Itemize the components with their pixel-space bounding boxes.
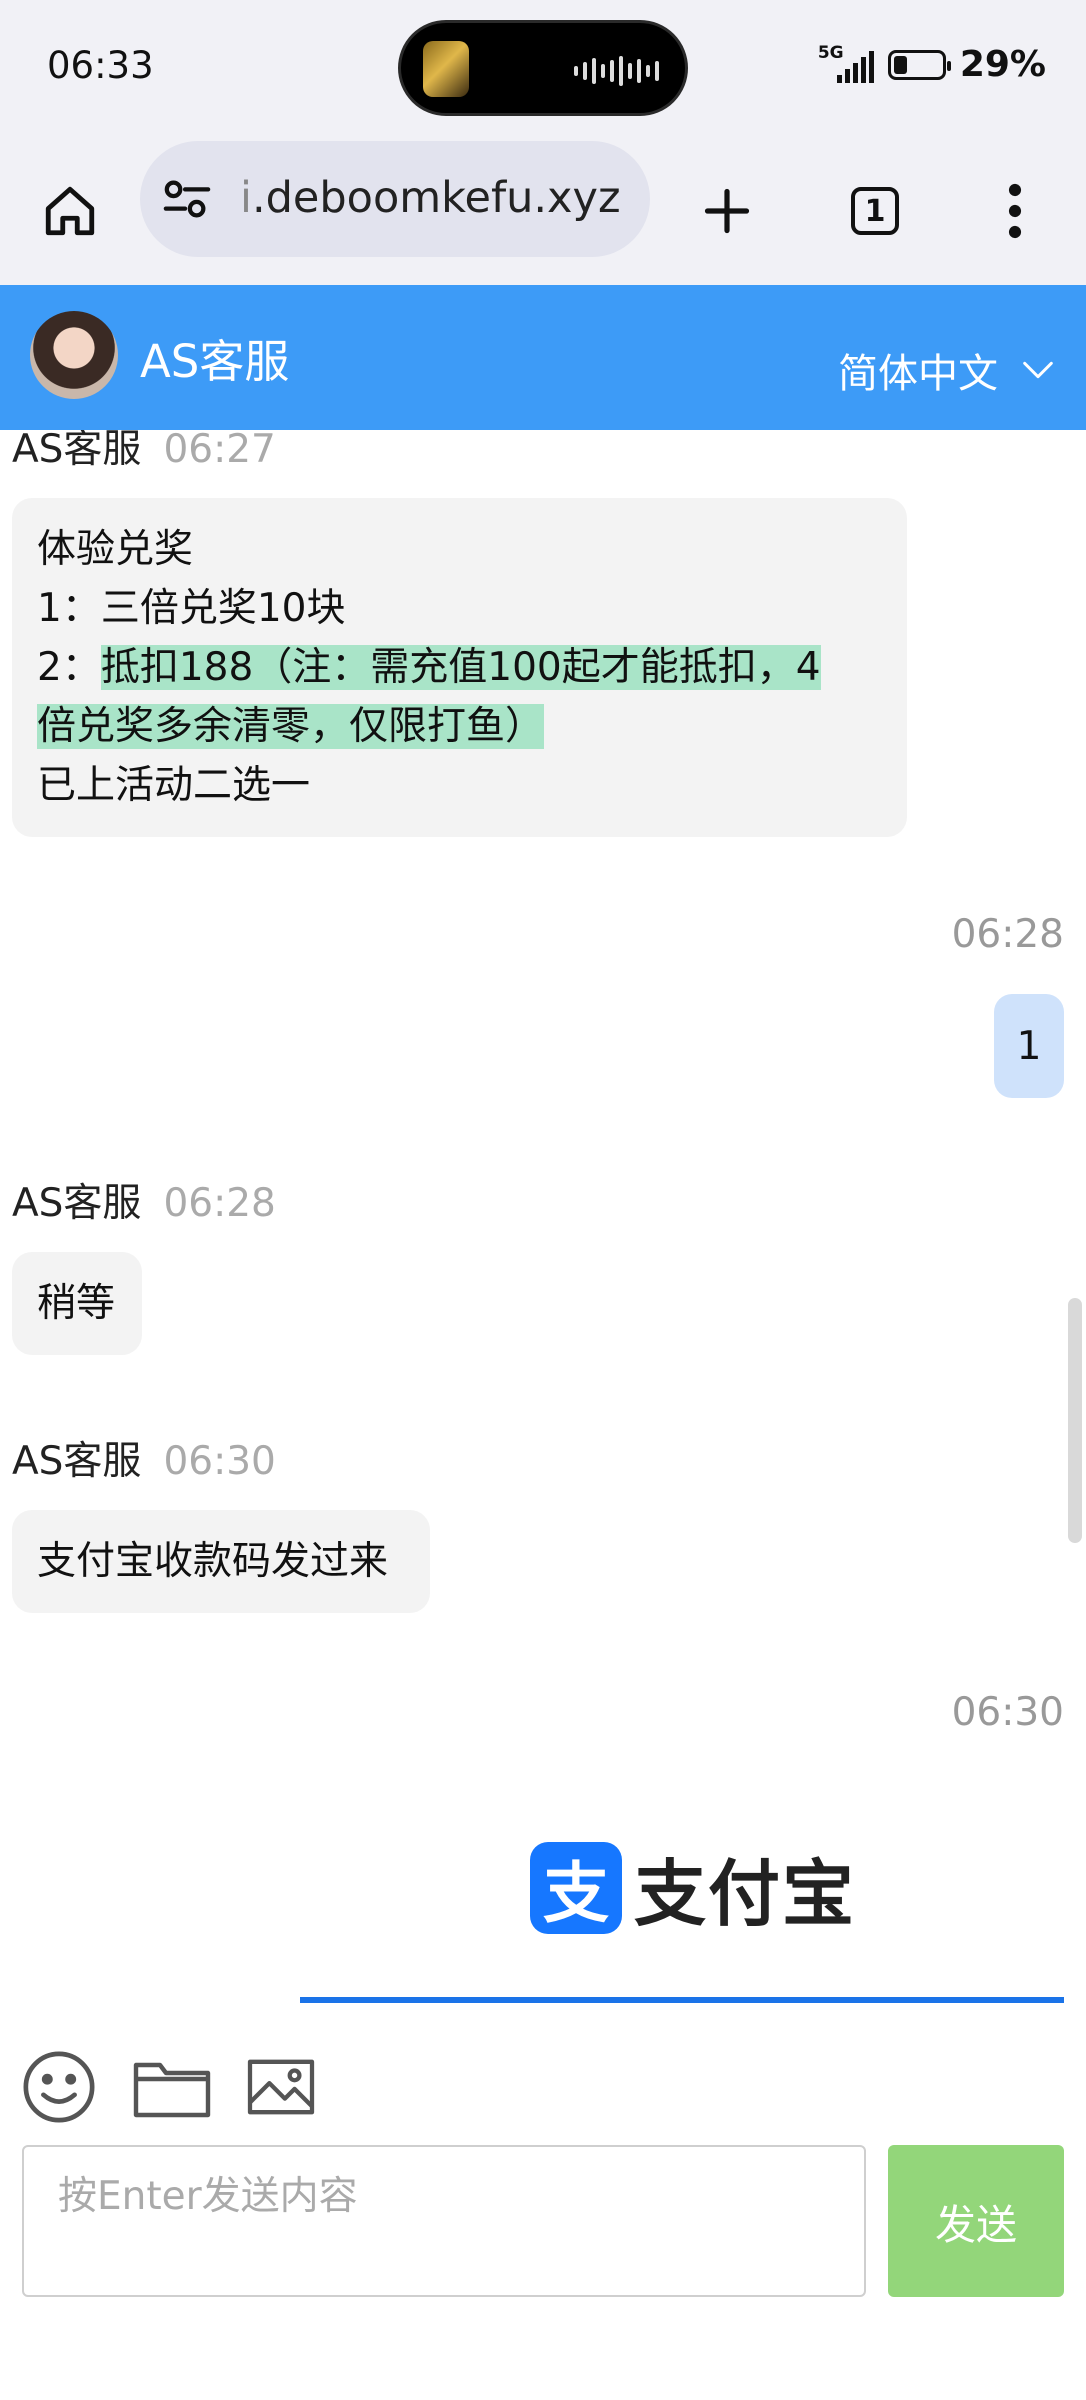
outgoing-bubble[interactable]: 1 (994, 994, 1064, 1098)
battery-level (893, 55, 907, 74)
scrollbar[interactable] (1068, 1298, 1082, 1543)
message-bubble[interactable]: 稍等 (12, 1252, 142, 1355)
alipay-name: 支付宝 (634, 1852, 857, 1936)
sender-name: AS客服 (12, 1181, 142, 1226)
emoji-icon[interactable] (20, 2048, 98, 2126)
chat-header: AS客服 简体中文 (0, 285, 1086, 430)
sender-name: AS客服 (12, 1439, 142, 1484)
dynamic-island[interactable] (398, 20, 688, 116)
highlighted-text: 抵扣188（注：需充值100起才能抵扣，4 (100, 645, 821, 690)
message-bubble[interactable]: 支付宝收款码发过来 (12, 1510, 430, 1613)
message-sender: AS客服 06:27 (12, 430, 276, 474)
more-menu-button[interactable] (978, 174, 1052, 248)
new-tab-button[interactable] (690, 174, 764, 248)
battery-icon (887, 49, 951, 80)
line-prefix: 2： (37, 645, 101, 690)
message-text: 稍等 (37, 1281, 116, 1326)
message-line: 体验兑奖 (37, 527, 194, 572)
message-input[interactable]: 按Enter发送内容 (22, 2145, 866, 2297)
status-time: 06:33 (47, 44, 154, 87)
message-line: 2：抵扣188（注：需充值100起才能抵扣，4 (37, 638, 882, 697)
image-icon[interactable] (246, 2056, 316, 2118)
site-settings-icon[interactable] (162, 177, 212, 221)
image-divider (300, 1997, 1064, 2003)
chat-title: AS客服 (140, 335, 290, 388)
sender-name: AS客服 (12, 430, 142, 472)
message-line: 倍兑奖多余清零，仅限打鱼） (37, 697, 882, 756)
tab-switcher-icon: 1 (851, 187, 899, 235)
url-prefix: i (240, 173, 252, 223)
url-text[interactable]: i.deboomkefu.xyz (240, 173, 621, 223)
address-bar[interactable]: i.deboomkefu.xyz (140, 141, 650, 257)
message-text: 支付宝收款码发过来 (37, 1539, 389, 1584)
media-thumbnail (423, 41, 469, 97)
status-bar: 06:33 5G 29% (0, 0, 1086, 140)
folder-icon[interactable] (132, 2055, 212, 2119)
status-indicators: 5G 29% (818, 43, 1046, 86)
message-text: 1 (1016, 1023, 1042, 1069)
message-time: 06:28 (951, 912, 1064, 957)
tab-switcher-button[interactable]: 1 (838, 174, 912, 248)
message-time: 06:30 (163, 1439, 276, 1484)
new-tab-icon (704, 188, 750, 234)
url-domain: .deboomkefu.xyz (251, 173, 621, 223)
message-sender: AS客服 06:30 (12, 1430, 276, 1486)
message-time: 06:27 (163, 430, 276, 472)
chevron-down-icon (1023, 361, 1053, 379)
home-icon (45, 186, 95, 236)
input-placeholder: 按Enter发送内容 (58, 2174, 358, 2219)
language-select[interactable]: 简体中文 (838, 341, 1054, 399)
message-line: 1：三倍兑奖10块 (37, 586, 346, 631)
message-list[interactable]: AS客服 06:27 体验兑奖 1：三倍兑奖10块 2：抵扣188（注：需充值10… (0, 430, 1086, 2010)
battery-percent: 29% (959, 44, 1046, 85)
audio-wave-icon (574, 55, 659, 87)
alipay-logo-icon: 支 (530, 1841, 622, 1934)
message-line: 已上活动二选一 (37, 763, 311, 808)
message-bubble[interactable]: 体验兑奖 1：三倍兑奖10块 2：抵扣188（注：需充值100起才能抵扣，4 倍… (12, 498, 907, 837)
language-label: 简体中文 (838, 351, 998, 397)
highlighted-text: 倍兑奖多余清零，仅限打鱼） (37, 704, 545, 749)
home-button[interactable] (33, 174, 107, 248)
input-toolbar (20, 2048, 316, 2126)
message-sender: AS客服 06:28 (12, 1172, 276, 1228)
message-time: 06:28 (163, 1181, 276, 1226)
agent-avatar (30, 311, 118, 399)
signal-icon: 5G (818, 43, 874, 83)
send-button[interactable]: 发送 (888, 2145, 1064, 2297)
message-time: 06:30 (951, 1690, 1064, 1735)
alipay-image[interactable]: 支 支付宝 (530, 1835, 856, 1940)
more-menu-icon (1008, 183, 1022, 239)
